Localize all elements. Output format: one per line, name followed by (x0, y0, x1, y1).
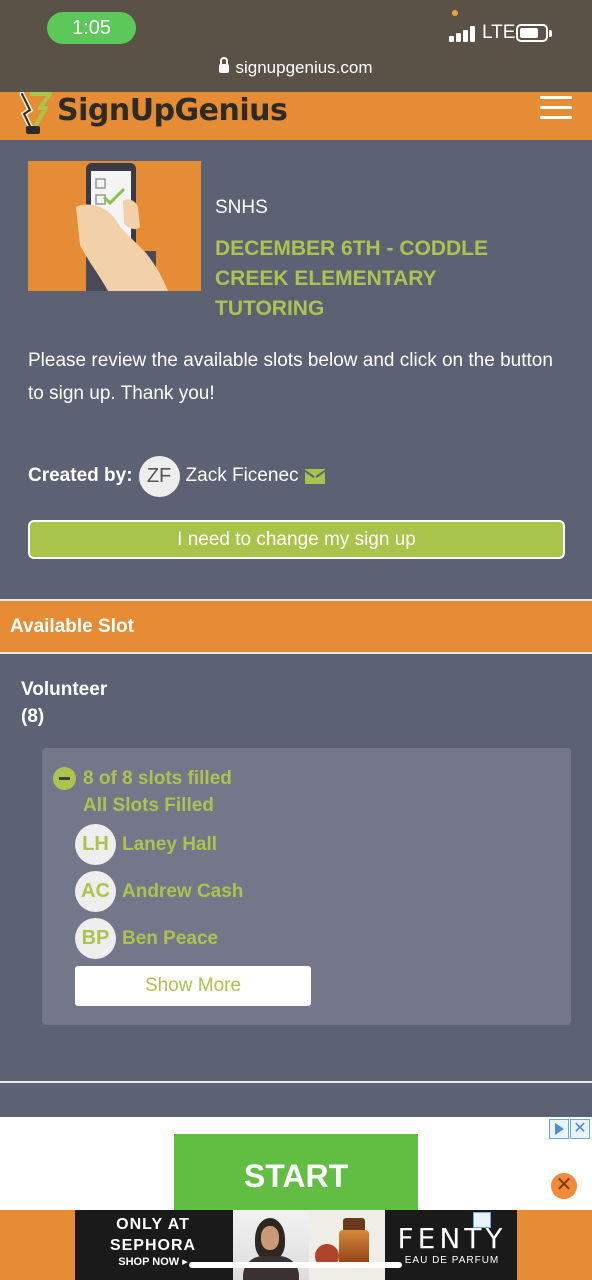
fenty-banner-ad[interactable]: ONLY AT SEPHORA SHOP NOW ▸ FENTY EAU DE … (75, 1210, 517, 1280)
url-text: signupgenius.com (235, 58, 373, 77)
lightbulb-logo-icon[interactable] (16, 92, 56, 136)
site-header: SignUpGenius (0, 92, 592, 140)
signed-up-person: BP Ben Peace (75, 918, 218, 959)
phone-checklist-icon (76, 163, 168, 291)
slot-role-count: (8) (21, 706, 45, 727)
cellular-signal-icon (449, 24, 477, 42)
person-avatar: AC (75, 871, 116, 912)
ad-container: START ✕ ✕ (0, 1117, 592, 1214)
battery-icon (516, 24, 552, 42)
lock-icon (219, 57, 230, 73)
slot-role: Volunteer (8) (21, 676, 107, 730)
section-divider (0, 1081, 592, 1083)
ad-close-icon[interactable]: ✕ (549, 1171, 579, 1201)
banner-model-image (233, 1210, 309, 1280)
site-logo-text[interactable]: SignUpGenius (57, 93, 288, 128)
ad-dismiss-icon[interactable]: ✕ (570, 1119, 590, 1139)
collapse-minus-icon[interactable] (53, 767, 76, 790)
status-time: 1:05 (47, 12, 136, 44)
banner-perfume-image (309, 1210, 385, 1280)
address-bar[interactable]: signupgenius.com (0, 57, 592, 78)
banner-line-1: ONLY AT (116, 1216, 190, 1233)
adchoices-icon[interactable] (549, 1119, 569, 1139)
banner-brand-sub: EAU DE PARFUM (404, 1255, 500, 1266)
section-divider (0, 652, 592, 654)
signed-up-person: AC Andrew Cash (75, 871, 243, 912)
creator-avatar: ZF (138, 455, 180, 497)
banner-line-2: SEPHORA (109, 1237, 197, 1254)
available-slot-header: Available Slot (0, 601, 592, 652)
signed-up-person: LH Laney Hall (75, 824, 217, 865)
created-by-label: Created by: (28, 465, 133, 486)
creator-name: Zack Ficenec (185, 465, 299, 486)
slot-card: 8 of 8 slots filled All Slots Filled LH … (42, 748, 571, 1025)
ad-start-button[interactable]: START (174, 1134, 418, 1214)
slots-filled-toggle[interactable]: 8 of 8 slots filled (53, 767, 232, 790)
slots-filled-text: 8 of 8 slots filled (83, 767, 232, 789)
change-signup-button[interactable]: I need to change my sign up (28, 520, 565, 559)
status-bar: 1:05 LTE signupgenius.com (0, 0, 592, 92)
person-name: Laney Hall (122, 833, 218, 855)
banner-retailer-text: ONLY AT SEPHORA (75, 1214, 231, 1256)
signup-title: DECEMBER 6TH - CODDLE CREEK ELEMENTARY T… (215, 237, 489, 320)
home-indicator[interactable] (189, 1262, 402, 1268)
show-more-button[interactable]: Show More (75, 966, 311, 1006)
network-type: LTE (482, 22, 516, 43)
created-by-row: Created by: ZF Zack Ficenec (28, 455, 325, 497)
banner-adchoices-icon[interactable] (473, 1212, 491, 1228)
person-name: Andrew Cash (122, 880, 244, 902)
signup-description: Please review the available slots below … (28, 350, 553, 404)
person-name: Ben Peace (122, 927, 219, 949)
banner-brand: FENTY (397, 1222, 507, 1255)
slot-role-name: Volunteer (21, 679, 108, 700)
privacy-indicator-dot (452, 10, 458, 16)
signup-thumbnail (28, 161, 201, 291)
person-avatar: BP (75, 918, 116, 959)
all-slots-filled-text: All Slots Filled (83, 795, 214, 816)
person-avatar: LH (75, 824, 116, 865)
email-envelope-icon[interactable] (304, 468, 325, 484)
hamburger-menu-icon[interactable] (540, 96, 572, 122)
organization-name: SNHS (215, 197, 268, 218)
